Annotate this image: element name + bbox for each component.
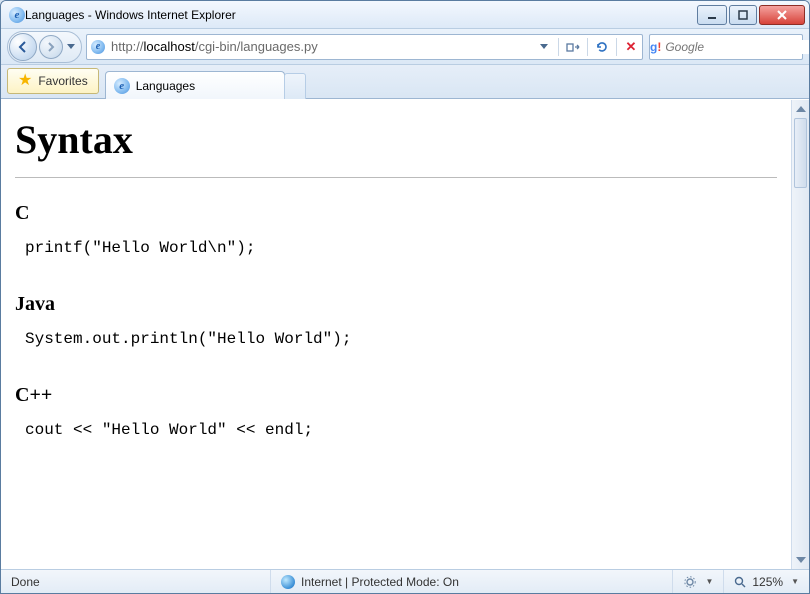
star-icon: ★ — [18, 73, 32, 89]
rule — [15, 177, 777, 178]
zoom-icon — [734, 576, 746, 588]
forward-button[interactable] — [39, 35, 63, 59]
tab-toolbar: ★ Favorites e Languages — [1, 65, 809, 99]
address-bar[interactable]: e http://localhost/cgi-bin/languages.py … — [86, 34, 643, 60]
status-settings[interactable]: ▼ — [673, 570, 724, 593]
forward-arrow-icon — [45, 41, 57, 53]
chevron-down-icon — [67, 44, 75, 50]
tab-label: Languages — [136, 79, 195, 93]
search-input[interactable] — [661, 40, 810, 54]
code-c: printf("Hello World\n"); — [25, 239, 777, 257]
nav-button-group — [7, 31, 82, 63]
status-zoom[interactable]: 125% ▼ — [724, 570, 809, 593]
status-bar: Done Internet | Protected Mode: On ▼ 125… — [1, 569, 809, 593]
url-host: localhost — [144, 39, 195, 54]
search-box[interactable]: g! — [649, 34, 803, 60]
chevron-down-icon — [796, 556, 806, 564]
section-title-cpp: C++ — [15, 384, 777, 407]
page-heading: Syntax — [15, 116, 777, 163]
status-text: Done — [11, 575, 40, 589]
tab-languages[interactable]: e Languages — [105, 71, 285, 99]
refresh-icon — [595, 40, 609, 54]
compat-view-button[interactable] — [562, 36, 584, 58]
close-button[interactable] — [759, 5, 805, 25]
refresh-button[interactable] — [591, 36, 613, 58]
section-title-java: Java — [15, 293, 777, 316]
window-title: Languages - Windows Internet Explorer — [25, 8, 236, 22]
ie-logo-icon: e — [9, 7, 25, 23]
chevron-up-icon — [796, 105, 806, 113]
zoom-text: 125% — [752, 575, 783, 589]
search-provider-icon: g! — [650, 40, 661, 54]
google-icon: g! — [650, 40, 661, 54]
minimize-button[interactable] — [697, 5, 727, 25]
maximize-icon — [737, 9, 749, 21]
chevron-down-icon: ▼ — [791, 577, 799, 586]
nav-toolbar: e http://localhost/cgi-bin/languages.py … — [1, 29, 809, 65]
address-bar-buttons: ✕ — [533, 36, 642, 58]
vertical-scrollbar[interactable] — [791, 100, 809, 569]
status-zone[interactable]: Internet | Protected Mode: On — [271, 570, 673, 593]
status-left: Done — [1, 570, 271, 593]
compat-icon — [566, 41, 580, 53]
code-cpp: cout << "Hello World" << endl; — [25, 421, 777, 439]
scroll-up-button[interactable] — [793, 100, 809, 118]
address-dropdown[interactable] — [533, 36, 555, 58]
back-button[interactable] — [9, 33, 37, 61]
scroll-track[interactable] — [792, 118, 809, 551]
page-content: Syntax C printf("Hello World\n"); Java S… — [1, 100, 791, 569]
address-input[interactable]: http://localhost/cgi-bin/languages.py — [109, 39, 533, 54]
page-icon: e — [87, 40, 109, 54]
scroll-down-button[interactable] — [793, 551, 809, 569]
viewport-container: Syntax C printf("Hello World\n"); Java S… — [1, 99, 809, 569]
stop-icon: ✕ — [626, 39, 637, 55]
titlebar: e Languages - Windows Internet Explorer — [1, 1, 809, 29]
tab-favicon: e — [114, 78, 130, 94]
url-prefix: http:// — [111, 39, 144, 54]
new-tab-button[interactable] — [284, 73, 306, 99]
gear-icon — [683, 575, 697, 589]
ie-window: e Languages - Windows Internet Explorer — [0, 0, 810, 594]
window-buttons — [697, 5, 805, 25]
tab-strip: e Languages — [105, 70, 306, 98]
nav-history-dropdown[interactable] — [65, 35, 77, 59]
minimize-icon — [706, 9, 718, 21]
favorites-button[interactable]: ★ Favorites — [7, 68, 99, 94]
globe-icon — [281, 575, 295, 589]
favorites-label: Favorites — [38, 74, 87, 88]
section-title-c: C — [15, 202, 777, 225]
maximize-button[interactable] — [729, 5, 757, 25]
close-icon — [775, 9, 789, 21]
stop-button[interactable]: ✕ — [620, 36, 642, 58]
url-path: /cgi-bin/languages.py — [195, 39, 318, 54]
back-arrow-icon — [16, 40, 30, 54]
code-java: System.out.println("Hello World"); — [25, 330, 777, 348]
chevron-down-icon: ▼ — [705, 577, 713, 586]
scroll-thumb[interactable] — [794, 118, 807, 188]
chevron-down-icon — [540, 44, 548, 50]
zone-text: Internet | Protected Mode: On — [301, 575, 459, 589]
